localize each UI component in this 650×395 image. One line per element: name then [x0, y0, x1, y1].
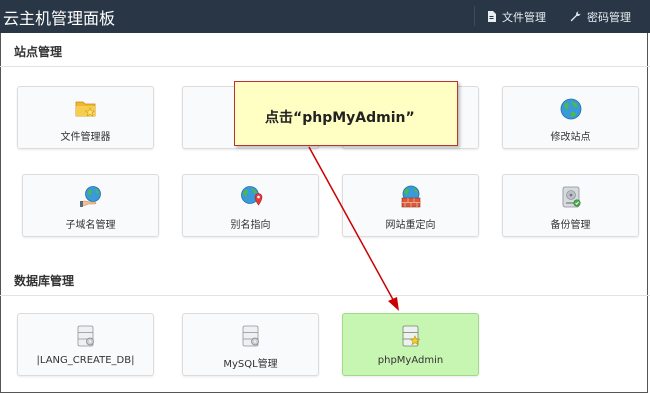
arrow-line: [308, 146, 397, 306]
arrow-head: [388, 297, 399, 311]
pointer-arrow: [308, 146, 399, 311]
